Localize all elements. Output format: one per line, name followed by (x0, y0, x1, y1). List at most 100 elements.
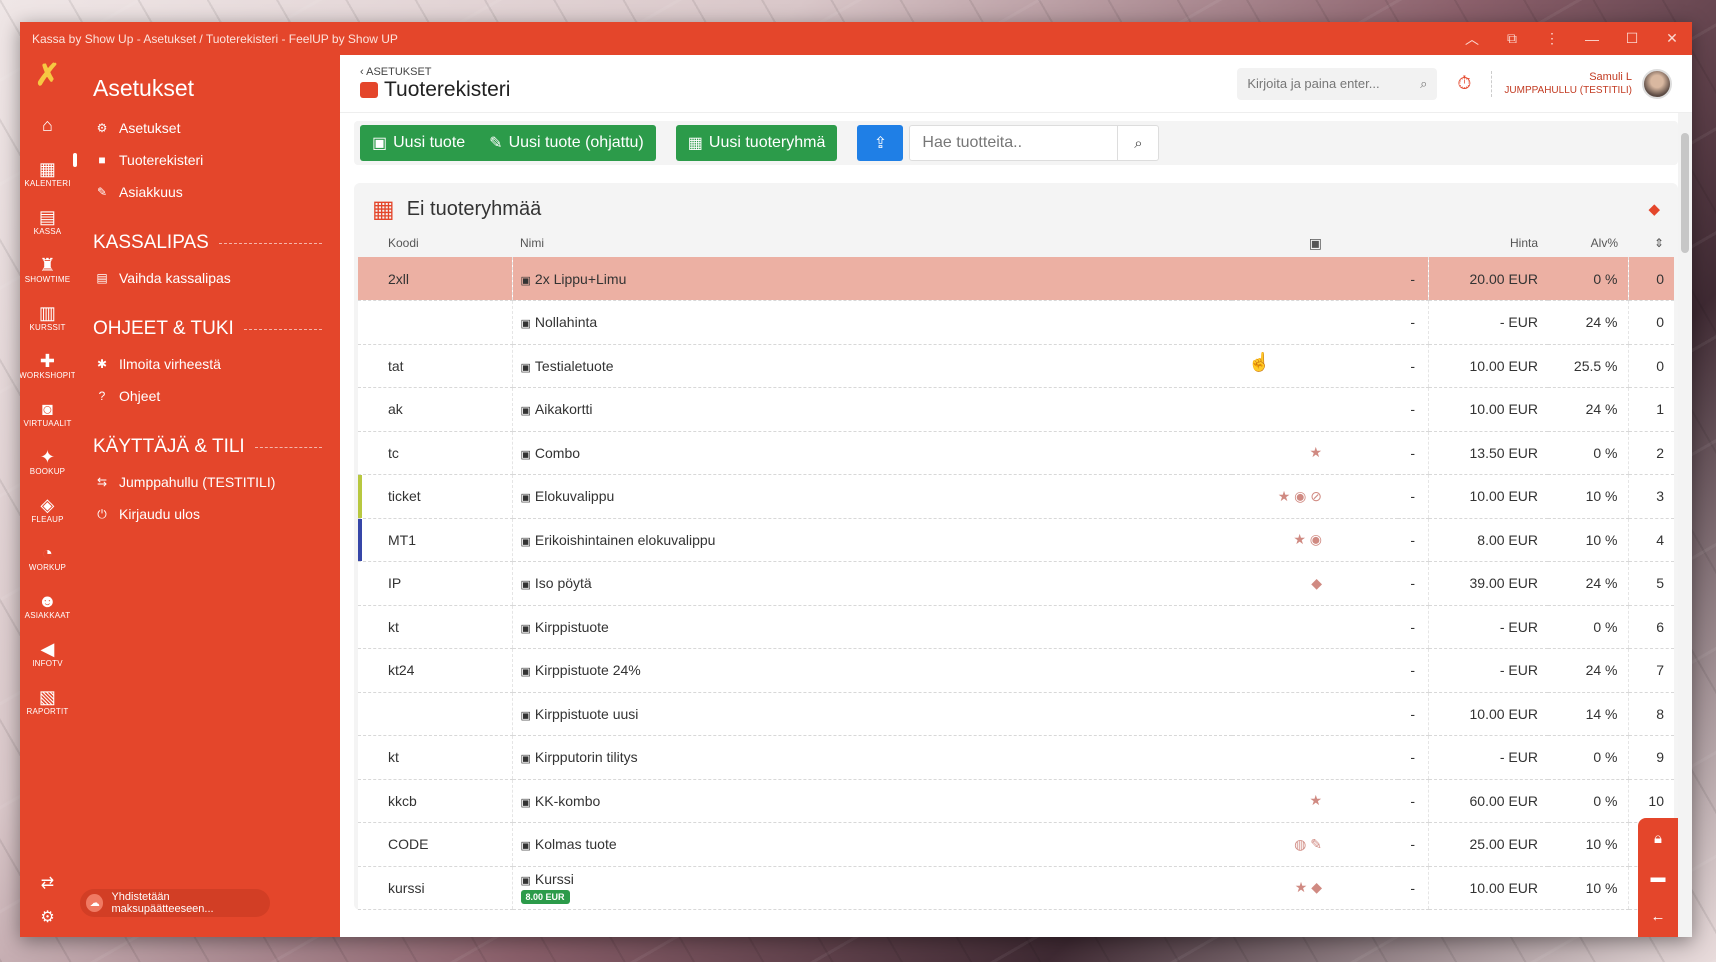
table-row[interactable]: 2xll ▣ 2x Lippu+Limu -20.00 EUR 0 % 0 (358, 257, 1674, 301)
rail-item-workshopit[interactable]: ✚ WORKSHOPIT (20, 341, 76, 389)
more-icon[interactable]: ⋮ (1532, 30, 1572, 47)
cell-vat: 25.5 % (1548, 344, 1628, 388)
cell-name: ▣ 2x Lippu+Limu (511, 257, 1232, 301)
cell-flags (1232, 605, 1398, 649)
scrollbar-thumb[interactable] (1681, 133, 1689, 253)
flea-icon: ◈ (40, 494, 55, 515)
cell-flags (1232, 692, 1398, 736)
new-product-guided-button[interactable]: ✎ Uusi tuote (ohjattu) (477, 125, 656, 161)
extension-icon[interactable]: ⧉ (1492, 30, 1532, 47)
cell-name: ▣ Kirpputorin tilitys (511, 735, 1232, 780)
new-product-label: Uusi tuote (393, 134, 466, 151)
table-row[interactable]: IP ▣ Iso pöytä ◆ -39.00 EUR 24 % 5 (358, 561, 1674, 606)
table-row[interactable]: kt ▣ Kirpputorin tilitys - - EUR 0 % 9 (358, 735, 1674, 780)
cell-order: 6 (1627, 605, 1674, 649)
table-row[interactable]: tat ▣ Testialetuote -10.00 EUR 25.5 % 0 (358, 344, 1674, 388)
table-row[interactable]: kt24 ▣ Kirppistuote 24% - - EUR 24 % 7 (358, 648, 1674, 693)
sidebar-item[interactable]: ✱ Ilmoita virheestä (75, 348, 340, 380)
minimize-button[interactable]: — (1572, 31, 1612, 47)
switch-account-icon[interactable]: ⇄ (41, 873, 54, 893)
logo-icon[interactable]: ✗ (35, 61, 60, 91)
stopwatch-icon[interactable]: ⏱ (1457, 73, 1471, 94)
cell-code: MT1 (358, 518, 512, 562)
cell-stock: - (1398, 300, 1428, 345)
rail-item-virtuaalit[interactable]: ◙ VIRTUAALIT (20, 389, 75, 437)
new-group-button[interactable]: ▦ Uusi tuoteryhmä (675, 125, 838, 161)
scrollbar[interactable] (1678, 113, 1692, 937)
col-price[interactable]: Hinta (1428, 229, 1548, 257)
user-info[interactable]: Samuli L JUMPPAHULLU (TESTITILI) (1491, 70, 1632, 97)
table-row[interactable]: kkcb ▣ KK-kombo ★ -60.00 EUR 0 % 10 (358, 779, 1674, 823)
table-row[interactable]: MT1 ▣ Erikoishintainen elokuvalippu ★ ◉ -8.0… (358, 518, 1674, 562)
col-code[interactable]: Koodi (358, 229, 512, 257)
table-row[interactable]: kt ▣ Kirppistuote - - EUR 0 % 6 (358, 605, 1674, 649)
cell-vat: 0 % (1548, 431, 1628, 475)
rail-item-workup[interactable]: ◔ WORKUP (20, 533, 75, 581)
workshop-icon: ✚ (39, 350, 56, 371)
back-link[interactable]: ‹ ASETUKSET (360, 66, 1237, 78)
col-name[interactable]: Nimi (512, 229, 1232, 257)
rail-item-kalenteri[interactable]: ▦ KALENTERI (20, 149, 75, 197)
rail-item-kassa[interactable]: ▤ KASSA (20, 197, 75, 245)
table-row[interactable]: ticket ▣ Elokuvalippu ★ ◉ ⊘ -10.00 EUR 10 % 3 (358, 474, 1674, 519)
arrow-left-icon[interactable]: ← (1651, 908, 1666, 925)
col-vat[interactable]: Alv% (1548, 229, 1628, 257)
sidebar-item[interactable]: ? Ohjeet (75, 380, 340, 412)
table-row[interactable]: tc ▣ Combo ★ -13.50 EUR 0 % 2 (358, 431, 1674, 475)
sidebar-item-tuoterekisteri[interactable]: ■ Tuoterekisteri (73, 144, 340, 176)
col-sort[interactable]: ⇕ (1628, 229, 1674, 257)
tag-icon[interactable]: ◆ (1648, 200, 1660, 218)
payment-terminal-status[interactable]: ☁ Yhdistetään maksupäätteeseen... (80, 889, 270, 917)
cell-order: 4 (1627, 518, 1674, 562)
rail-item-infotv[interactable]: ◀ INFOTV (20, 629, 75, 677)
product-search-input[interactable]: Hae tuotteita.. (910, 126, 1119, 160)
sidebar-item[interactable]: ▤ Vaihda kassalipas (75, 262, 340, 294)
close-button[interactable]: ✕ (1652, 30, 1692, 47)
rail-item-showtime[interactable]: ♜ SHOWTIME (20, 245, 75, 293)
sidebar-item-asiakkuus[interactable]: ✎ Asiakkuus (75, 176, 340, 208)
section-title-text: KASSALIPAS (93, 232, 209, 253)
new-product-button[interactable]: ▣ Uusi tuote (360, 125, 478, 161)
box-icon: ▣ (372, 135, 388, 152)
rail-item-home[interactable]: ⌂ (20, 101, 75, 149)
table-row[interactable]: kurssi ▣ Kurssi 8.00 EUR ★ ◆ -10.00 EUR 10 % (358, 866, 1674, 910)
lock-icon[interactable]: 🔒︎ (1654, 830, 1662, 847)
col-inventory[interactable]: ▣ (1232, 229, 1398, 257)
settings-gear-icon[interactable]: ⚙ (40, 907, 54, 927)
magic-wand-icon: ✎ (489, 135, 503, 152)
cell-order: 7 (1627, 648, 1674, 693)
rail-item-kurssit[interactable]: ▥ KURSSIT (20, 293, 75, 341)
card-icon[interactable]: ▬ (1651, 869, 1666, 886)
rail-item-fleaup[interactable]: ◈ FLEAUP (20, 485, 75, 533)
maximize-button[interactable]: ☐ (1612, 30, 1652, 47)
cell-vat: 0 % (1548, 779, 1628, 823)
section-title-text: KÄYTTÄJÄ & TILI (93, 436, 245, 457)
calendar-icon: ▦ (38, 158, 57, 179)
search-icon[interactable]: ⌕ (1420, 76, 1427, 92)
table-row[interactable]: ▣ Kirppistuote uusi -10.00 EUR 14 % 8 (358, 692, 1674, 736)
product-name: Kirpputorin tilitys (534, 749, 638, 766)
sidebar-item[interactable]: ⇆ Jumppahullu (TESTITILI) (75, 466, 340, 498)
cell-order: 2 (1627, 431, 1674, 475)
table-row[interactable]: ▣ Nollahinta - - EUR 24 % 0 (358, 300, 1674, 345)
sidebar-item-icon: ? (98, 389, 106, 403)
table-row[interactable]: CODE ▣ Kolmas tuote ◍ ✎ -25.00 EUR 10 % (358, 822, 1674, 867)
rail-item-raportit[interactable]: ▧ RAPORTIT (20, 677, 75, 725)
avatar[interactable] (1642, 68, 1672, 99)
rail-item-asiakkaat[interactable]: ☻ ASIAKKAAT (20, 581, 75, 629)
cell-price: 8.00 EUR (1427, 518, 1548, 562)
cell-vat: 10 % (1548, 866, 1628, 910)
product-search-button[interactable]: ⌕ (1118, 126, 1158, 160)
product-name: Aikakortti (534, 401, 593, 418)
cell-price: 39.00 EUR (1427, 561, 1548, 606)
table-row[interactable]: ak ▣ Aikakortti -10.00 EUR 24 % 1 (358, 387, 1674, 432)
global-search-input[interactable]: Kirjoita ja paina enter... ⌕ (1237, 67, 1438, 100)
cell-name: ▣ Elokuvalippu (511, 474, 1232, 519)
rail-item-bookup[interactable]: ✦ BOOKUP (20, 437, 75, 485)
sidebar-item-asetukset[interactable]: ⚙ Asetukset (75, 112, 340, 144)
chevron-up-icon[interactable]: ︿ (1452, 29, 1492, 49)
import-button[interactable]: ⇪ (857, 125, 904, 161)
sidebar-item[interactable]: ⏻ Kirjaudu ulos (75, 498, 340, 530)
cell-code: tat (358, 344, 512, 388)
mouse-cursor: ☝ (1248, 352, 1271, 372)
